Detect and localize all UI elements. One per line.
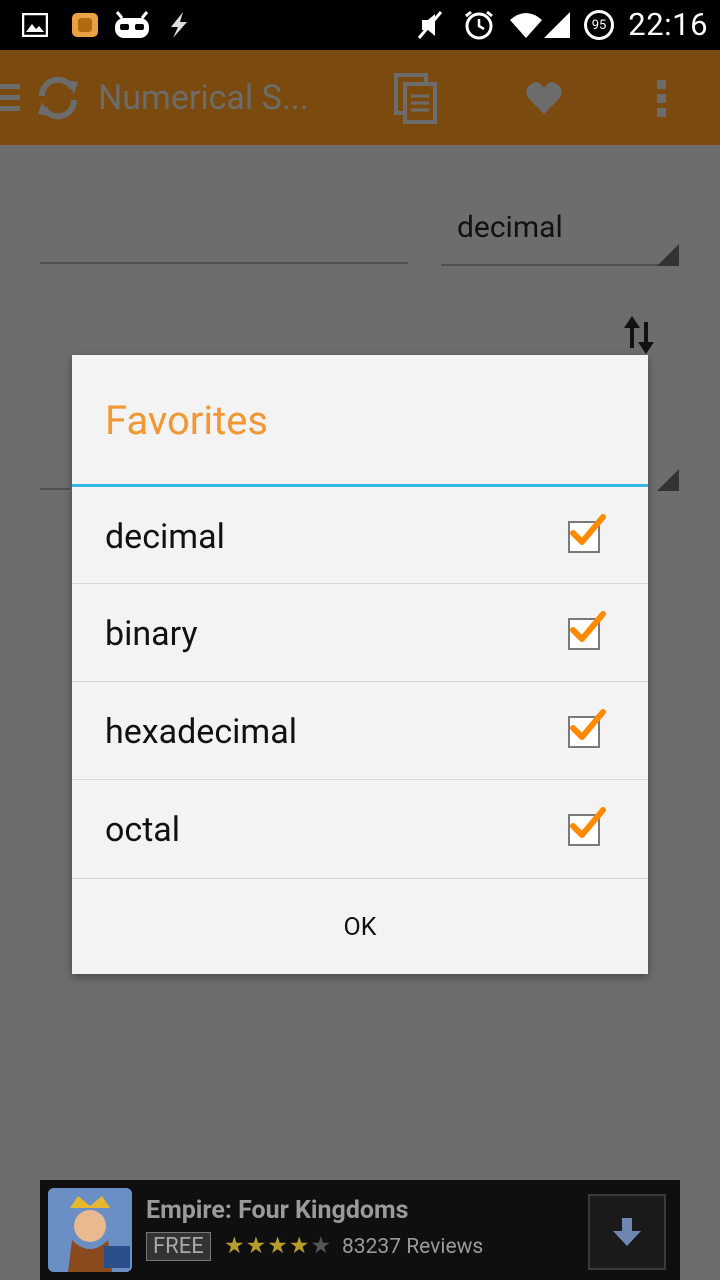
refresh-icon[interactable]	[34, 74, 82, 122]
flash-icon	[163, 10, 193, 40]
ad-title: Empire: Four Kingdoms	[146, 1196, 409, 1225]
ad-empty-star: ★	[310, 1232, 333, 1259]
option-label: hexadecimal	[105, 712, 297, 752]
app-notification-icon	[70, 10, 100, 40]
battery-icon: 95	[584, 10, 614, 40]
overflow-menu-icon[interactable]	[655, 78, 669, 118]
app-title: Numerical S...	[98, 78, 309, 118]
gallery-icon	[22, 10, 48, 40]
ad-rating-stars: ★★★★★	[224, 1232, 332, 1259]
status-bar: 95 22:16	[0, 0, 720, 50]
ad-review-count: 83237 Reviews	[342, 1235, 484, 1259]
check-icon	[570, 611, 606, 642]
option-checkbox[interactable]	[568, 709, 606, 748]
option-label: octal	[105, 810, 181, 850]
ad-app-thumbnail	[48, 1188, 132, 1272]
clock: 22:16	[628, 6, 708, 43]
mute-icon	[416, 10, 444, 40]
ok-button[interactable]: OK	[72, 880, 648, 974]
option-label: binary	[105, 614, 198, 654]
check-icon	[570, 514, 606, 545]
alarm-icon	[463, 10, 495, 40]
download-icon	[613, 1218, 641, 1246]
action-bar: Numerical S...	[0, 50, 720, 145]
check-icon	[570, 709, 606, 740]
to-dropdown-arrow-icon	[657, 469, 679, 491]
result-field[interactable]	[40, 470, 70, 490]
dialog-title: Favorites	[105, 397, 269, 444]
option-checkbox[interactable]	[568, 807, 606, 846]
cyanogen-icon	[113, 10, 151, 40]
signal-icon	[542, 10, 572, 40]
favorites-heart-icon[interactable]	[525, 80, 563, 116]
check-icon	[570, 807, 606, 838]
ad-banner[interactable]: Empire: Four Kingdoms FREE ★★★★★ 83237 R…	[40, 1180, 680, 1280]
option-row-binary[interactable]: binary	[72, 584, 648, 682]
battery-level: 95	[584, 10, 614, 40]
drawer-menu-icon[interactable]	[0, 82, 22, 112]
option-row-hexadecimal[interactable]: hexadecimal	[72, 682, 648, 780]
from-unit-dropdown[interactable]	[441, 250, 679, 266]
input-value-field[interactable]	[40, 240, 408, 264]
wifi-icon	[508, 10, 544, 40]
ad-download-button[interactable]	[588, 1194, 666, 1270]
ad-filled-stars: ★★★★	[224, 1232, 311, 1259]
option-row-decimal[interactable]: decimal	[72, 487, 648, 584]
option-checkbox[interactable]	[568, 514, 606, 553]
ad-free-badge: FREE	[146, 1232, 211, 1261]
copy-icon[interactable]	[393, 72, 439, 126]
favorites-dialog: Favorites decimal binary hexadecimal oct…	[72, 355, 648, 974]
option-checkbox[interactable]	[568, 611, 606, 650]
swap-units-icon[interactable]	[622, 312, 656, 358]
dropdown-arrow-icon	[657, 244, 679, 266]
option-row-octal[interactable]: octal	[72, 780, 648, 879]
from-unit-dropdown-value[interactable]: decimal	[457, 210, 563, 245]
option-label: decimal	[105, 517, 225, 557]
